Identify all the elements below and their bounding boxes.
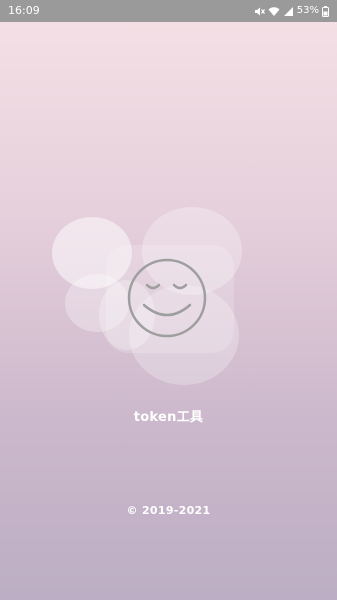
signal-icon xyxy=(283,6,294,17)
status-time: 16:09 xyxy=(8,4,40,17)
copyright-text: © 2019-2021 xyxy=(126,504,211,517)
battery-percent: 53% xyxy=(296,5,319,16)
smiley-face-icon xyxy=(52,207,242,385)
status-icons: 53% xyxy=(254,0,329,22)
battery-icon xyxy=(322,5,329,17)
mute-icon xyxy=(254,6,265,17)
wifi-icon xyxy=(268,6,280,17)
app-logo xyxy=(52,205,242,390)
app-name: token工具 xyxy=(133,410,204,425)
status-bar: 16:09 53% xyxy=(0,0,337,22)
